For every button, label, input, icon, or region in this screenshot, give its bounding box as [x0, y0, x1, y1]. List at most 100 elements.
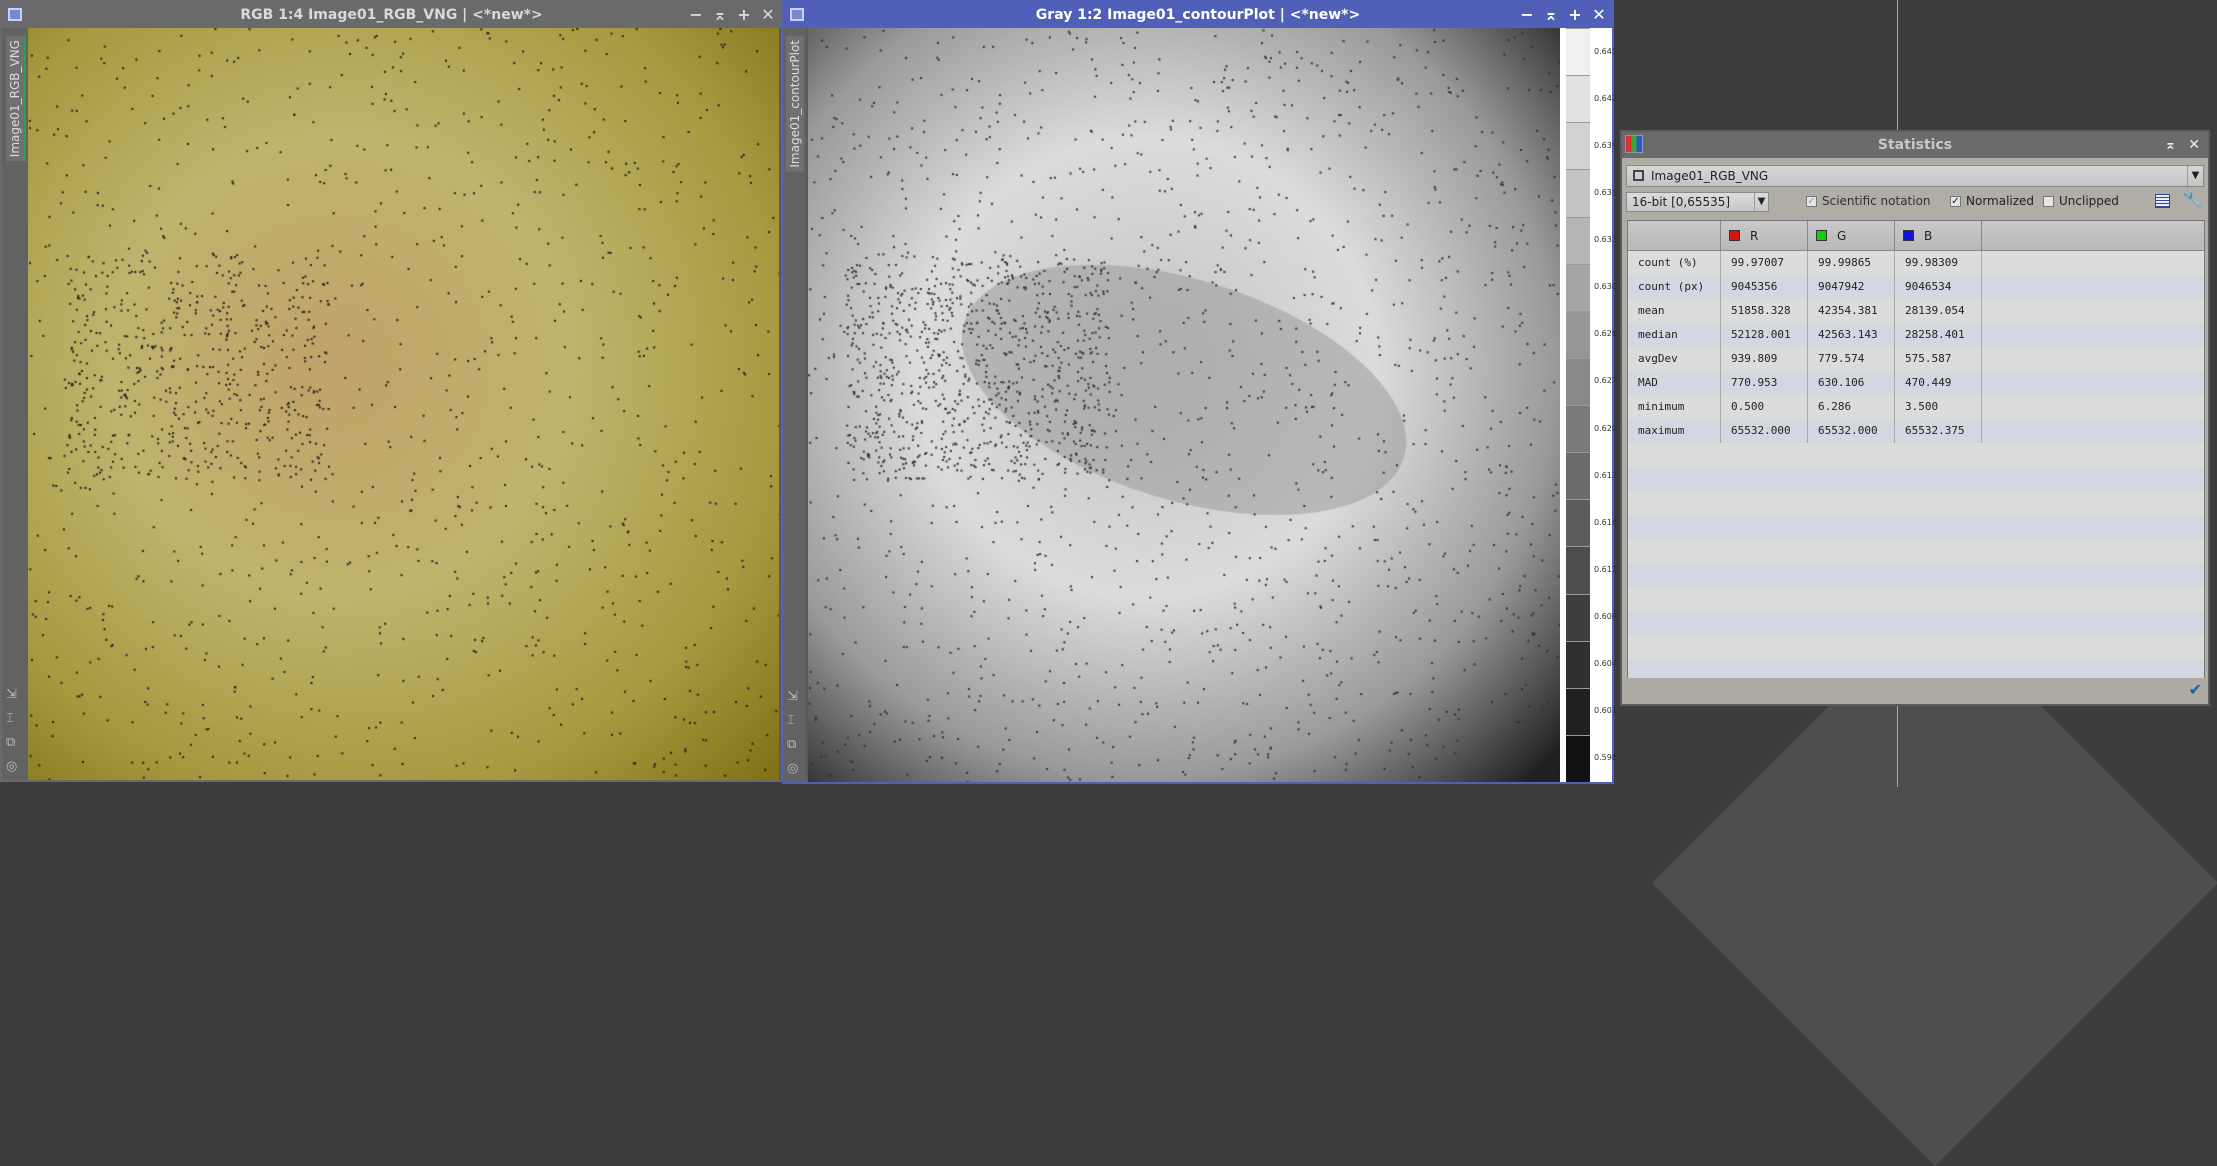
close-icon[interactable]: ✕: [761, 2, 775, 28]
statistics-table: R G B count (%) 99.97007 99.99865 99.98309 c…: [1627, 220, 2205, 681]
colorbar-label: 0.645: [1594, 46, 1617, 56]
colorbar-band: [1566, 734, 1590, 782]
cell-value: 28139.054: [1895, 299, 1982, 323]
image-window-contour[interactable]: Gray 1:2 Image01_contourPlot | <*new*> −…: [782, 0, 1617, 784]
green-swatch: [1816, 230, 1827, 241]
title-bar[interactable]: RGB 1:4 Image01_RGB_VNG | <*new*> − ⌅ + …: [2, 2, 781, 28]
ok-check-icon[interactable]: ✔: [2189, 680, 2202, 699]
table-row: count (px) 9045356 9047942 9046534: [1628, 275, 2204, 299]
resize-icon[interactable]: ⇲: [787, 689, 798, 704]
clone-icon[interactable]: ⧉: [787, 737, 798, 752]
row-label: MAD: [1628, 371, 1721, 395]
colorbar-label: 0.611: [1594, 564, 1617, 574]
colorbar-band: [1566, 452, 1590, 500]
rgb-image[interactable]: [28, 28, 779, 780]
colorbar-label: 0.633: [1594, 235, 1617, 245]
colorbar-band: [1566, 593, 1590, 641]
colorbar-label: 0.614: [1594, 517, 1617, 527]
minimize-icon[interactable]: −: [689, 2, 703, 28]
red-swatch: [1729, 230, 1740, 241]
range-select[interactable]: 16-bit [0,65535] ▼: [1626, 192, 1769, 212]
close-icon[interactable]: ✕: [2188, 132, 2200, 158]
shade-icon[interactable]: ⌅: [713, 2, 727, 28]
shade-icon[interactable]: ⌅: [2165, 132, 2177, 158]
cell-value: 0.500: [1721, 395, 1808, 419]
window-icon[interactable]: [790, 8, 804, 21]
row-label: mean: [1628, 299, 1721, 323]
view-tab[interactable]: Image01_RGB_VNG: [6, 36, 26, 162]
cell-value: 52128.001: [1721, 323, 1808, 347]
checkbox-label: Unclipped: [2059, 194, 2119, 208]
checkbox-label: Scientific notation: [1822, 194, 1931, 208]
colorbar-label: 0.639: [1594, 140, 1617, 150]
window-icon[interactable]: [8, 8, 22, 21]
colorbar-label: 0.601: [1594, 706, 1617, 716]
cell-value: 99.98309: [1895, 251, 1982, 275]
column-header: G: [1837, 228, 1847, 243]
title-bar[interactable]: Statistics ⌅ ✕: [1622, 132, 2208, 158]
cell-value: 9045356: [1721, 275, 1808, 299]
colorbar-label: 0.617: [1594, 470, 1617, 480]
column-header: R: [1750, 228, 1759, 243]
colorbar: 0.645 0.642 0.639 0.636 0.633 0.630 0.626 0.623…: [1560, 28, 1617, 782]
close-icon[interactable]: ✕: [1592, 2, 1606, 28]
fit-icon[interactable]: ⌶: [6, 711, 17, 726]
cell-value: 6.286: [1808, 395, 1895, 419]
colorbar-band: [1566, 499, 1590, 547]
colorbar-band: [1566, 216, 1590, 264]
wrench-icon[interactable]: 🔧: [2182, 190, 2203, 210]
image-window-rgb[interactable]: RGB 1:4 Image01_RGB_VNG | <*new*> − ⌅ + …: [0, 0, 783, 782]
clone-icon[interactable]: ⧉: [6, 735, 17, 750]
window-title: Gray 1:2 Image01_contourPlot | <*new*>: [1035, 7, 1361, 23]
maximize-icon[interactable]: +: [1568, 2, 1582, 28]
cell-value: 470.449: [1895, 371, 1982, 395]
maximize-icon[interactable]: +: [737, 2, 751, 28]
copy-to-clipboard-icon[interactable]: [2155, 194, 2170, 208]
colorbar-label: 0.642: [1594, 93, 1617, 103]
colorbar-label: 0.604: [1594, 659, 1617, 669]
contour-image[interactable]: [808, 28, 1560, 782]
colorbar-band: [1566, 546, 1590, 594]
cell-value: 9047942: [1808, 275, 1895, 299]
view-icon: [1633, 170, 1644, 181]
view-tab[interactable]: Image01_contourPlot: [786, 36, 804, 172]
cell-value: 28258.401: [1895, 323, 1982, 347]
view-select[interactable]: Image01_RGB_VNG ▼: [1626, 165, 2204, 187]
colorbar-label: 0.626: [1594, 329, 1617, 339]
cell-value: 3.500: [1895, 395, 1982, 419]
minimize-icon[interactable]: −: [1520, 2, 1534, 28]
normalized-checkbox[interactable]: ✓ Normalized: [1950, 194, 2034, 208]
table-row: maximum 65532.000 65532.000 65532.375: [1628, 419, 2204, 443]
scientific-notation-checkbox[interactable]: ✓ Scientific notation: [1806, 194, 1931, 208]
unclipped-checkbox[interactable]: Unclipped: [2043, 194, 2119, 208]
fit-icon[interactable]: ⌶: [787, 713, 798, 728]
table-header: R G B: [1628, 221, 2204, 251]
cell-value: 65532.000: [1808, 419, 1895, 443]
row-label: maximum: [1628, 419, 1721, 443]
cell-value: 779.574: [1808, 347, 1895, 371]
cell-value: 65532.375: [1895, 419, 1982, 443]
identity-icon[interactable]: ◎: [787, 761, 798, 776]
chevron-down-icon[interactable]: ▼: [2187, 166, 2203, 186]
chevron-down-icon[interactable]: ▼: [1754, 193, 1768, 211]
colorbar-band: [1566, 357, 1590, 405]
resize-icon[interactable]: ⇲: [6, 687, 17, 702]
colorbar-band: [1566, 75, 1590, 123]
cell-value: 99.97007: [1721, 251, 1808, 275]
colorbar-band: [1566, 263, 1590, 311]
cell-value: 51858.328: [1721, 299, 1808, 323]
cell-value: 770.953: [1721, 371, 1808, 395]
colorbar-band: [1566, 122, 1590, 170]
table-row: minimum 0.500 6.286 3.500: [1628, 395, 2204, 419]
title-bar[interactable]: Gray 1:2 Image01_contourPlot | <*new*> −…: [784, 2, 1612, 28]
colorbar-band: [1566, 169, 1590, 217]
window-title: RGB 1:4 Image01_RGB_VNG | <*new*>: [240, 7, 543, 23]
shade-icon[interactable]: ⌅: [1544, 2, 1558, 28]
row-label: count (%): [1628, 251, 1721, 275]
table-row: MAD 770.953 630.106 470.449: [1628, 371, 2204, 395]
table-row: avgDev 939.809 779.574 575.587: [1628, 347, 2204, 371]
column-header: B: [1924, 228, 1933, 243]
colorbar-band: [1566, 310, 1590, 358]
cell-value: 42563.143: [1808, 323, 1895, 347]
identity-icon[interactable]: ◎: [6, 759, 17, 774]
